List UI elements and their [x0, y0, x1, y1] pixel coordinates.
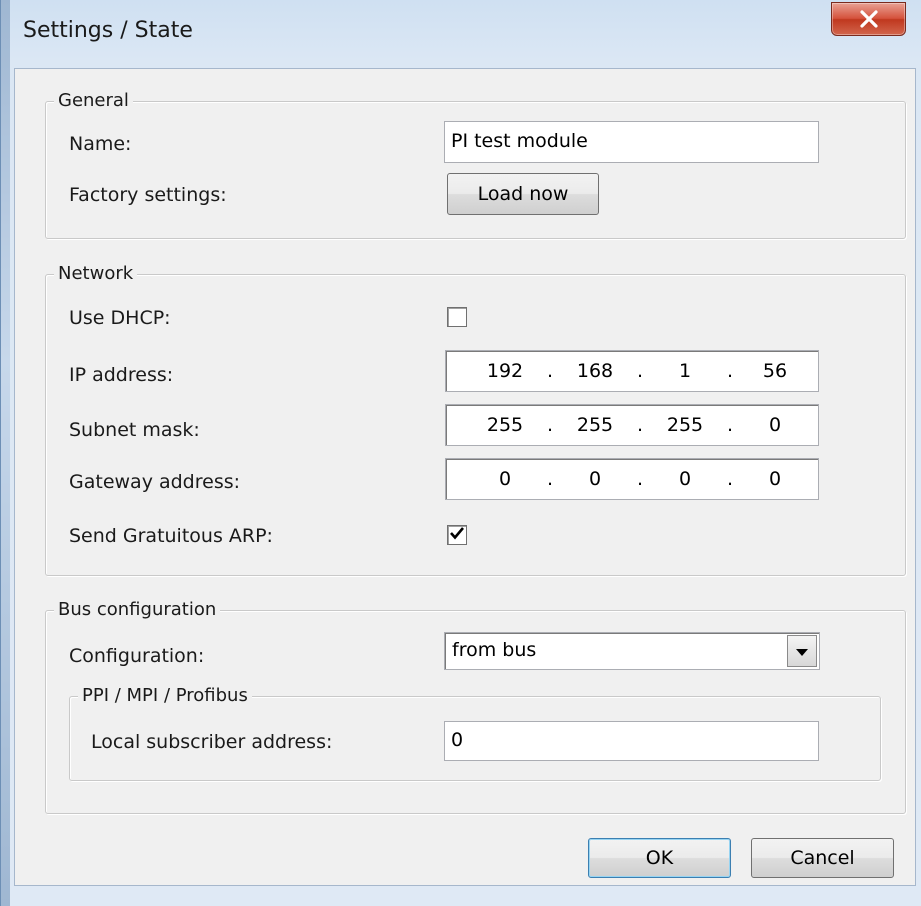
gateway-octet-3[interactable]: 0	[656, 468, 714, 490]
window-title: Settings / State	[23, 18, 193, 43]
gratuitous-arp-label: Send Gratuitous ARP:	[69, 525, 273, 547]
subnet-dot: .	[546, 414, 554, 436]
gratuitous-arp-checkbox[interactable]	[447, 525, 467, 545]
configuration-value: from bus	[452, 639, 537, 661]
gateway-dot: .	[546, 468, 554, 490]
general-legend: General	[54, 88, 133, 114]
close-button[interactable]	[831, 2, 906, 36]
bus-configuration-legend: Bus configuration	[54, 597, 221, 623]
checkmark-icon	[449, 525, 465, 545]
subnet-mask-label: Subnet mask:	[69, 419, 200, 441]
cancel-button[interactable]: Cancel	[751, 838, 894, 878]
gateway-octet-2[interactable]: 0	[566, 468, 624, 490]
subnet-octet-4[interactable]: 0	[746, 414, 804, 436]
dropdown-arrow-button[interactable]	[787, 635, 817, 667]
name-input[interactable]: PI test module	[444, 121, 819, 163]
factory-settings-label: Factory settings:	[69, 184, 227, 206]
use-dhcp-checkbox[interactable]	[447, 307, 467, 327]
subnet-dot: .	[726, 414, 734, 436]
title-bar[interactable]: Settings / State	[1, 0, 921, 68]
gateway-octet-4[interactable]: 0	[746, 468, 804, 490]
name-label: Name:	[69, 133, 132, 155]
subnet-octet-3[interactable]: 255	[656, 414, 714, 436]
ip-dot: .	[636, 360, 644, 382]
ok-button[interactable]: OK	[588, 838, 731, 878]
gateway-dot: .	[636, 468, 644, 490]
gateway-dot: .	[726, 468, 734, 490]
ip-dot: .	[546, 360, 554, 382]
dialog-client-area: General Name: PI test module Factory set…	[14, 68, 916, 886]
chevron-down-icon	[796, 640, 808, 662]
window-border	[1, 0, 10, 906]
subnet-mask-input[interactable]: 255 . 255 . 255 . 0	[445, 404, 819, 446]
ip-dot: .	[726, 360, 734, 382]
close-x-icon	[859, 10, 879, 28]
ppi-mpi-profibus-legend: PPI / MPI / Profibus	[78, 683, 252, 709]
ip-address-label: IP address:	[69, 364, 174, 386]
use-dhcp-label: Use DHCP:	[69, 307, 171, 329]
configuration-label: Configuration:	[69, 645, 205, 667]
gateway-address-label: Gateway address:	[69, 471, 241, 493]
ip-octet-3[interactable]: 1	[656, 360, 714, 382]
subnet-octet-1[interactable]: 255	[476, 414, 534, 436]
gateway-octet-1[interactable]: 0	[476, 468, 534, 490]
load-now-button[interactable]: Load now	[447, 173, 599, 215]
ip-octet-1[interactable]: 192	[476, 360, 534, 382]
settings-dialog: Settings / State General Name: PI test m…	[0, 0, 921, 906]
ip-octet-2[interactable]: 168	[566, 360, 624, 382]
ip-octet-4[interactable]: 56	[746, 360, 804, 382]
ip-address-input[interactable]: 192 . 168 . 1 . 56	[445, 350, 819, 392]
local-subscriber-address-input[interactable]: 0	[444, 721, 819, 761]
configuration-select[interactable]: from bus	[444, 632, 820, 670]
gateway-address-input[interactable]: 0 . 0 . 0 . 0	[445, 458, 819, 500]
network-legend: Network	[54, 261, 138, 287]
local-subscriber-address-label: Local subscriber address:	[91, 731, 333, 753]
subnet-octet-2[interactable]: 255	[566, 414, 624, 436]
subnet-dot: .	[636, 414, 644, 436]
